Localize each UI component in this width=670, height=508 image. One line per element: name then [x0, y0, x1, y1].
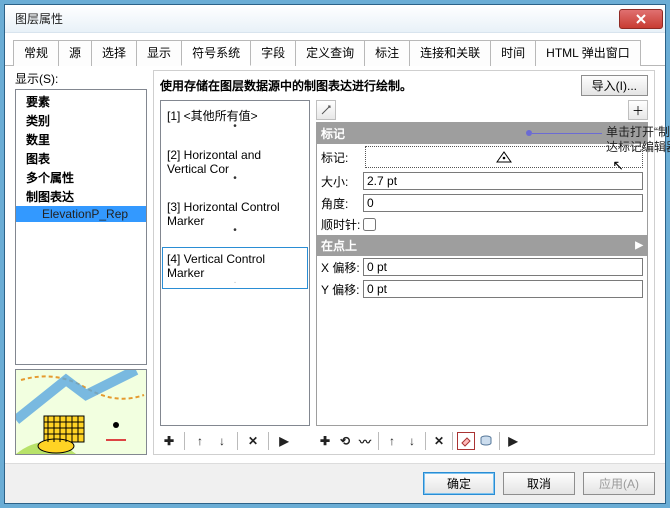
left-column: 显示(S): 要素 类别 数里 图表 多个属性 制图表达 ElevationP_… — [15, 70, 147, 455]
tree-node-multiattr[interactable]: 多个属性 — [16, 168, 146, 187]
effects-toolbar: ✚ ⟲ 〰 ↑ ↓ ✕ — [316, 426, 648, 450]
tab-defquery[interactable]: 定义查询 — [295, 40, 365, 66]
delete-rule-icon[interactable]: ✕ — [244, 432, 262, 450]
clockwise-row: 顺时针: — [317, 214, 647, 235]
section-title: 在点上 — [321, 237, 357, 254]
tab-symbology[interactable]: 符号系统 — [181, 40, 251, 66]
tree-node-charts[interactable]: 图表 — [16, 149, 146, 168]
yoffset-row: Y 偏移: — [317, 278, 647, 300]
effect-down-icon[interactable]: ↓ — [403, 432, 421, 450]
effect-global-icon[interactable]: ⟲ — [336, 432, 354, 450]
size-row: 大小: — [317, 170, 647, 192]
rule-item-1[interactable]: [1] <其他所有值>• — [163, 103, 307, 132]
dialog-window: 图层属性 常规 源 选择 显示 符号系统 字段 定义查询 标注 连接和关联 时间… — [4, 4, 666, 504]
callout-line — [532, 133, 602, 134]
effect-line-icon[interactable]: 〰 — [356, 432, 374, 450]
add-rule-icon[interactable]: ✚ — [160, 432, 178, 450]
rules-list[interactable]: [1] <其他所有值>• [2] Horizontal and Vertical… — [160, 100, 310, 426]
layer-tool-icon[interactable] — [316, 100, 336, 120]
tree-node-categories[interactable]: 类别 — [16, 111, 146, 130]
db-icon[interactable] — [477, 432, 495, 450]
window-title: 图层属性 — [15, 10, 619, 27]
eraser-icon[interactable] — [457, 432, 475, 450]
angle-label: 角度: — [321, 195, 363, 212]
mid-heading: 使用存储在图层数据源中的制图表达进行绘制。 — [160, 77, 575, 94]
size-label: 大小: — [321, 173, 363, 190]
tree-node-representation[interactable]: 制图表达 — [16, 187, 146, 206]
upper-area: 显示(S): 要素 类别 数里 图表 多个属性 制图表达 ElevationP_… — [15, 70, 655, 455]
effect-options-icon[interactable]: ▶ — [504, 432, 522, 450]
rule-item-4[interactable]: [4] Vertical Control Marker· — [163, 248, 307, 288]
callout-text: 单击打开“制图表达标记编辑器” — [606, 125, 670, 155]
ok-button[interactable]: 确定 — [423, 472, 495, 495]
xoffset-label: X 偏移: — [321, 259, 363, 276]
triangle-marker-icon — [495, 150, 513, 164]
xoffset-input[interactable] — [363, 258, 643, 276]
tab-display[interactable]: 显示 — [136, 40, 182, 66]
preview-image — [16, 370, 146, 454]
tab-time[interactable]: 时间 — [490, 40, 536, 66]
angle-row: 角度: — [317, 192, 647, 214]
mid-column: 使用存储在图层数据源中的制图表达进行绘制。 导入(I)... [1] <其他所有… — [153, 70, 655, 455]
tab-selection[interactable]: 选择 — [91, 40, 137, 66]
tab-labels[interactable]: 标注 — [364, 40, 410, 66]
plus-icon: ＋ — [632, 102, 644, 119]
effect-delete-icon[interactable]: ✕ — [430, 432, 448, 450]
marker-label: 标记: — [321, 149, 363, 166]
show-label: 显示(S): — [15, 70, 147, 87]
tab-fields[interactable]: 字段 — [250, 40, 296, 66]
tree-node-quantities[interactable]: 数里 — [16, 130, 146, 149]
layer-toolbar: ＋ — [316, 100, 648, 120]
section-onpoint-header[interactable]: 在点上 ▶ — [317, 235, 647, 256]
rule-item-3[interactable]: [3] Horizontal Control Marker• — [163, 196, 307, 236]
apply-button[interactable]: 应用(A) — [583, 472, 655, 495]
mid-header: 使用存储在图层数据源中的制图表达进行绘制。 导入(I)... — [160, 75, 648, 96]
properties-panel: 标记 标记: ↖ — [316, 122, 648, 426]
close-icon — [636, 14, 646, 24]
effect-add-icon[interactable]: ✚ — [316, 432, 334, 450]
rule-label: [2] Horizontal and Vertical Cor — [167, 148, 303, 176]
tab-body: 显示(S): 要素 类别 数里 图表 多个属性 制图表达 ElevationP_… — [5, 66, 665, 463]
angle-input[interactable] — [363, 194, 643, 212]
cursor-icon: ↖ — [612, 157, 624, 174]
dialog-footer: 确定 取消 应用(A) — [5, 463, 665, 503]
titlebar: 图层属性 — [5, 5, 665, 33]
yoffset-input[interactable] — [363, 280, 643, 298]
tab-joins[interactable]: 连接和关联 — [409, 40, 491, 66]
clockwise-checkbox[interactable] — [363, 218, 376, 231]
rule-label: [4] Vertical Control Marker — [167, 252, 303, 280]
chevron-right-icon: ▶ — [635, 240, 643, 251]
tab-htmlpopup[interactable]: HTML 弹出窗口 — [535, 40, 641, 66]
renderer-tree[interactable]: 要素 类别 数里 图表 多个属性 制图表达 ElevationP_Rep — [15, 89, 147, 365]
tree-node-rep-child[interactable]: ElevationP_Rep — [16, 206, 146, 222]
yoffset-label: Y 偏移: — [321, 281, 363, 298]
close-button[interactable] — [619, 9, 663, 29]
symbol-preview — [15, 369, 147, 455]
cancel-button[interactable]: 取消 — [503, 472, 575, 495]
add-layer-button[interactable]: ＋ — [628, 100, 648, 120]
tree-node-features[interactable]: 要素 — [16, 92, 146, 111]
xoffset-row: X 偏移: — [317, 256, 647, 278]
tab-bar: 常规 源 选择 显示 符号系统 字段 定义查询 标注 连接和关联 时间 HTML… — [5, 33, 665, 66]
size-input[interactable] — [363, 172, 643, 190]
move-down-icon[interactable]: ↓ — [213, 432, 231, 450]
tab-source[interactable]: 源 — [58, 40, 92, 66]
clockwise-label: 顺时针: — [321, 216, 363, 233]
tab-general[interactable]: 常规 — [13, 40, 59, 66]
wand-icon — [320, 104, 332, 116]
options-icon[interactable]: ▶ — [275, 432, 293, 450]
import-button[interactable]: 导入(I)... — [581, 75, 648, 96]
rule-label: [3] Horizontal Control Marker — [167, 200, 303, 228]
rules-toolbar: ✚ ↑ ↓ ✕ ▶ — [160, 426, 310, 450]
move-up-icon[interactable]: ↑ — [191, 432, 209, 450]
effect-up-icon[interactable]: ↑ — [383, 432, 401, 450]
section-title: 标记 — [321, 125, 345, 142]
callout-annotation: 单击打开“制图表达标记编辑器” — [526, 125, 670, 155]
rule-item-2[interactable]: [2] Horizontal and Vertical Cor• — [163, 144, 307, 184]
